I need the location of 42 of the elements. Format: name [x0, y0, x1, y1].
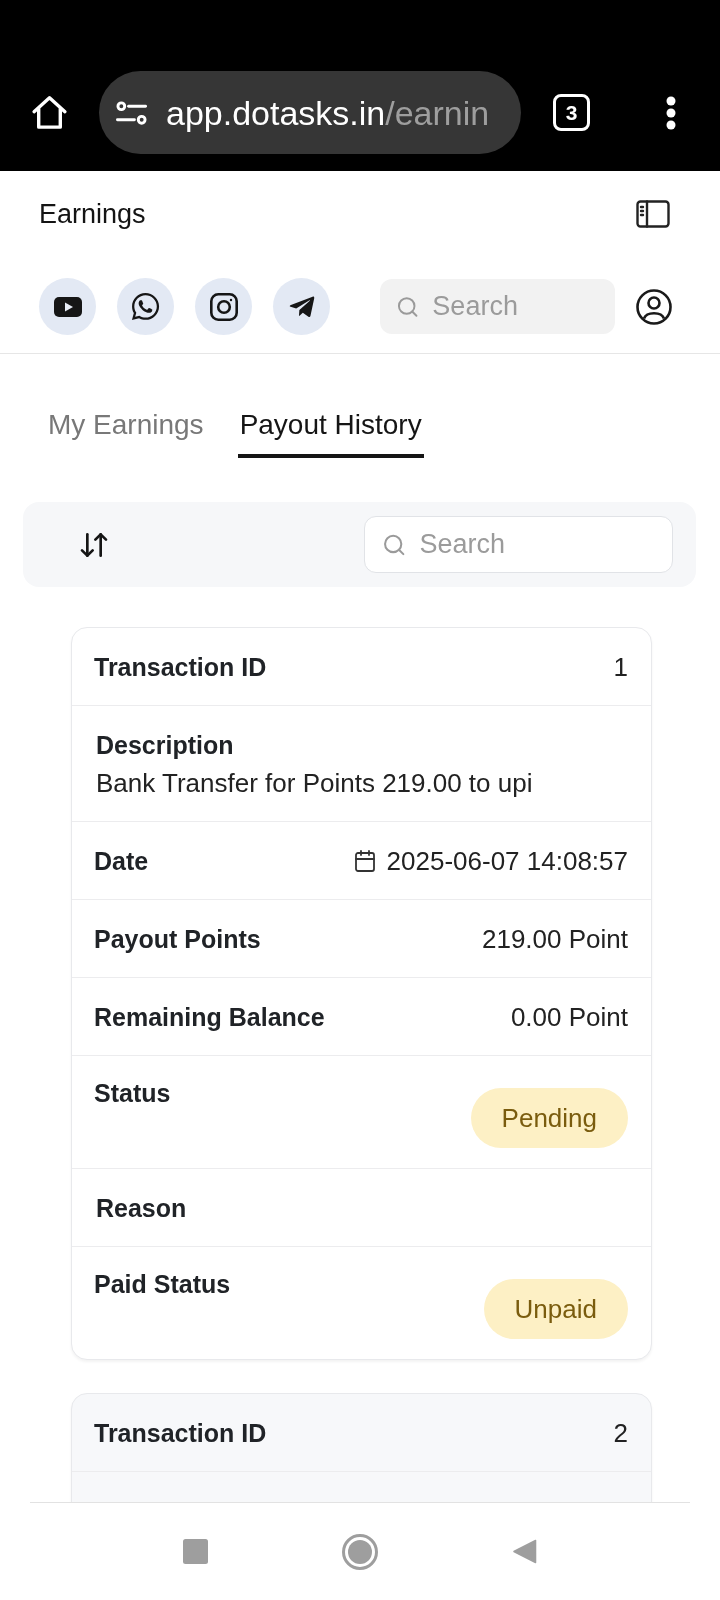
search-input[interactable]: Search	[432, 291, 615, 322]
field-label: Payout Points	[94, 924, 261, 954]
field-value: 219.00 Point	[482, 924, 628, 954]
play-button-icon	[53, 296, 82, 317]
field-label: Transaction ID	[94, 652, 267, 682]
tab[interactable]: My Earnings	[46, 395, 206, 458]
tab-count[interactable]: 3	[553, 94, 590, 131]
status-badge: Unpaid	[483, 1279, 628, 1339]
sidebar-icon[interactable]	[636, 200, 670, 228]
circle-icon[interactable]	[342, 1533, 378, 1570]
chat-phone-icon	[130, 291, 161, 322]
page-title: Earnings	[39, 198, 146, 230]
field-value: 1	[613, 652, 628, 682]
social-link-button[interactable]	[39, 278, 96, 335]
sliders-icon[interactable]	[116, 100, 147, 125]
field-value: 0.00 Point	[510, 1002, 628, 1032]
field-label: Transaction ID	[94, 1418, 267, 1448]
field-label: Paid Status	[94, 1269, 231, 1299]
home-icon[interactable]	[31, 94, 68, 131]
back-icon[interactable]	[512, 1539, 537, 1564]
social-link-button[interactable]	[273, 278, 330, 335]
field-value: Bank Transfer for Points 219.00 to upi	[96, 768, 533, 798]
field-value: 2025-06-07 14:08:57	[386, 846, 628, 876]
status-badge: Pending	[470, 1088, 628, 1148]
more-menu-icon[interactable]	[666, 95, 676, 130]
field-label: Date	[94, 846, 149, 876]
social-link-button[interactable]	[195, 278, 252, 335]
search-field[interactable]: Search	[364, 516, 673, 573]
url-text: app.dotasks.in/earnin	[166, 92, 490, 133]
field-label: Reason	[96, 1193, 187, 1223]
field-value: 2	[613, 1418, 628, 1448]
search-input[interactable]: Search	[419, 529, 672, 560]
social-link-button[interactable]	[117, 278, 174, 335]
camera-icon	[209, 292, 238, 321]
field-label: Status	[94, 1078, 171, 1108]
field-label: Remaining Balance	[94, 1002, 325, 1032]
calendar-icon	[352, 849, 377, 873]
address-bar[interactable]: app.dotasks.in/earnin	[99, 71, 521, 154]
search-field[interactable]: Search	[380, 279, 615, 334]
field-label: Description	[96, 730, 234, 760]
tab[interactable]: Payout History	[237, 395, 424, 458]
user-icon[interactable]	[636, 288, 672, 325]
